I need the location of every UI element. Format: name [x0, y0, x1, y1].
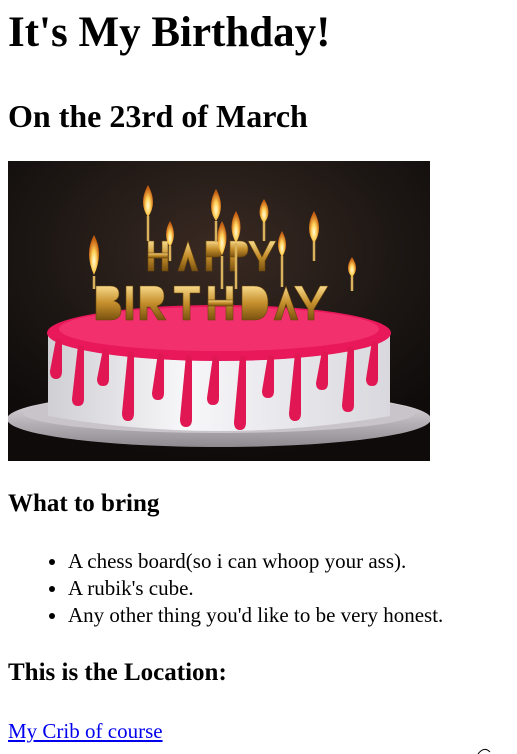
list-item: Any other thing you'd like to be very ho… [68, 602, 443, 629]
partial-glyph-icon [477, 748, 491, 754]
page-title: It's My Birthday! [8, 9, 331, 56]
location-link[interactable]: My Crib of course [8, 718, 163, 744]
bring-list: A chess board(so i can whoop your ass). … [8, 548, 443, 629]
page-content: It's My Birthday! On the 23rd of March W… [8, 0, 517, 743]
what-to-bring-heading: What to bring [8, 490, 160, 517]
location-heading: This is the Location: [8, 659, 227, 686]
list-item: A chess board(so i can whoop your ass). [68, 548, 443, 575]
birthday-cake-image [8, 161, 430, 461]
list-item: A rubik's cube. [68, 575, 443, 602]
date-heading: On the 23rd of March [8, 98, 308, 134]
